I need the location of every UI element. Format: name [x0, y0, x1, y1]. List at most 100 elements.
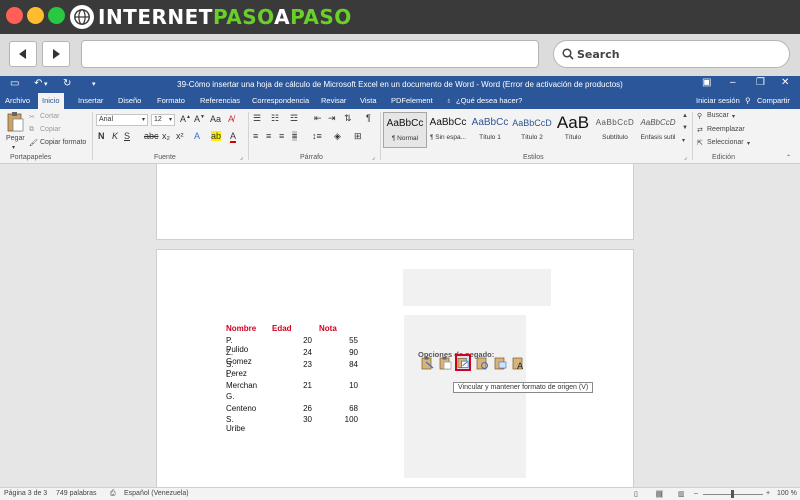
underline-icon[interactable]: S	[124, 131, 130, 141]
shrink-font-icon[interactable]: A▼	[194, 114, 205, 124]
paste-clipboard-icon[interactable]	[6, 111, 24, 133]
font-dialog-launcher-icon[interactable]: ⌟	[240, 154, 243, 161]
font-size-select[interactable]: 12 ▾	[151, 114, 175, 126]
link-keep-source-format-icon[interactable]	[455, 354, 471, 371]
paste-dropdown-icon[interactable]: ▾	[12, 144, 15, 151]
style-name: Título 1	[479, 134, 501, 141]
zoom-out-icon[interactable]: –	[694, 490, 698, 497]
style-normal[interactable]: AaBbCc ¶ Normal	[383, 112, 427, 148]
language-indicator[interactable]: Español (Venezuela)	[124, 490, 189, 497]
highlight-icon[interactable]: ab	[211, 131, 222, 141]
font-color-icon[interactable]: A	[230, 131, 237, 143]
minimize-window-button[interactable]	[27, 7, 44, 24]
back-button[interactable]	[9, 41, 37, 67]
maximize-window-button[interactable]	[48, 7, 65, 24]
paste-option-tooltip: Vincular y mantener formato de origen (V…	[453, 382, 594, 393]
select-button[interactable]: Seleccionar	[707, 139, 744, 146]
zoom-in-icon[interactable]: +	[766, 490, 770, 497]
collapse-ribbon-icon[interactable]: ⌃	[786, 154, 791, 161]
style-title[interactable]: AaB Título	[553, 112, 593, 148]
keep-source-formatting-icon[interactable]	[419, 354, 435, 371]
tab-insertar[interactable]: Insertar	[74, 93, 107, 109]
document-page[interactable]	[156, 164, 634, 240]
replace-button[interactable]: Reemplazar	[707, 126, 745, 133]
bold-icon[interactable]: N	[98, 131, 105, 141]
paste-button[interactable]: Pegar	[6, 135, 25, 142]
zoom-level[interactable]: 100 %	[777, 490, 797, 497]
shading-icon[interactable]: ◈	[334, 131, 341, 142]
page-count[interactable]: Página 3 de 3	[4, 490, 47, 497]
align-left-icon[interactable]: ≡	[253, 131, 258, 141]
style-subtle-emphasis[interactable]: AaBbCcD Énfasis sutil	[637, 112, 679, 148]
strikethrough-icon[interactable]: abc	[144, 131, 159, 141]
styles-scroll-up-icon[interactable]: ▲	[682, 113, 688, 119]
tab-diseno[interactable]: Diseño	[114, 93, 145, 109]
keep-text-only-icon[interactable]: A	[510, 354, 526, 371]
style-subtitle[interactable]: AaBbCcD Subtítulo	[594, 112, 636, 148]
tab-inicio[interactable]: Inicio	[38, 93, 64, 109]
cut-button[interactable]: Cortar	[40, 113, 59, 120]
address-bar[interactable]	[81, 40, 539, 68]
zoom-slider-thumb[interactable]	[731, 490, 734, 498]
bullets-icon[interactable]: ☰	[253, 113, 261, 124]
text-effects-icon[interactable]: A	[194, 131, 200, 141]
tab-revisar[interactable]: Revisar	[317, 93, 350, 109]
clear-formatting-icon[interactable]: A̸	[228, 114, 234, 124]
paragraph-dialog-launcher-icon[interactable]: ⌟	[372, 154, 375, 161]
tell-me-input[interactable]: ¿Qué desea hacer?	[456, 93, 522, 109]
show-paragraph-marks-icon[interactable]: ¶	[366, 113, 371, 123]
share-button[interactable]: Compartir	[757, 93, 790, 109]
copy-button[interactable]: Copiar	[40, 126, 61, 133]
sign-in-link[interactable]: Iniciar sesión	[696, 93, 740, 109]
paste-as-picture-icon[interactable]	[492, 354, 508, 371]
arrow-left-icon	[19, 49, 26, 59]
close-icon[interactable]: ✕	[781, 77, 789, 88]
tab-pdfelement[interactable]: PDFelement	[387, 93, 437, 109]
spelling-check-icon[interactable]: ⎙	[110, 490, 116, 498]
styles-dialog-launcher-icon[interactable]: ⌟	[684, 154, 687, 161]
align-right-icon[interactable]: ≡	[279, 131, 284, 141]
close-window-button[interactable]	[6, 7, 23, 24]
line-spacing-icon[interactable]: ↕≡	[312, 131, 322, 141]
change-case-icon[interactable]: Aa	[210, 114, 221, 124]
chevron-down-icon[interactable]: ▾	[747, 140, 750, 147]
style-heading-1[interactable]: AaBbCc Título 1	[469, 112, 511, 148]
restore-icon[interactable]: ❐	[756, 77, 765, 88]
superscript-icon[interactable]: x²	[176, 131, 184, 141]
numbering-icon[interactable]: ☷	[271, 113, 279, 124]
font-name-select[interactable]: Arial ▾	[96, 114, 148, 126]
styles-scroll-down-icon[interactable]: ▼	[682, 125, 688, 131]
find-button[interactable]: Buscar	[707, 112, 729, 119]
style-heading-2[interactable]: AaBbCcD Título 2	[511, 112, 553, 148]
print-layout-icon[interactable]: ▤	[656, 490, 663, 498]
tab-correspondencia[interactable]: Correspondencia	[248, 93, 313, 109]
increase-indent-icon[interactable]: ⇥	[328, 113, 336, 124]
read-mode-icon[interactable]: ▯	[634, 490, 638, 498]
decrease-indent-icon[interactable]: ⇤	[314, 113, 322, 124]
tab-vista[interactable]: Vista	[356, 93, 381, 109]
search-input[interactable]: Search	[553, 40, 790, 68]
chevron-down-icon[interactable]: ▾	[732, 113, 735, 120]
borders-icon[interactable]: ⊞	[354, 131, 362, 142]
forward-button[interactable]	[42, 41, 70, 67]
use-destination-styles-icon[interactable]	[437, 354, 453, 371]
link-use-destination-styles-icon[interactable]	[474, 354, 490, 371]
format-painter-button[interactable]: Copiar formato	[40, 139, 86, 146]
multilevel-list-icon[interactable]: ☲	[290, 113, 298, 124]
subscript-icon[interactable]: x₂	[162, 131, 170, 141]
justify-icon[interactable]: ≡	[292, 131, 298, 141]
sort-icon[interactable]: ⇅	[344, 113, 352, 124]
align-center-icon[interactable]: ≡	[266, 131, 271, 141]
tab-formato[interactable]: Formato	[153, 93, 189, 109]
grow-font-icon[interactable]: A▲	[180, 114, 191, 124]
minimize-icon[interactable]: –	[730, 77, 736, 88]
styles-more-icon[interactable]: ▾	[682, 137, 685, 144]
word-count[interactable]: 749 palabras	[56, 490, 96, 497]
document-canvas[interactable]: Nombre Edad Nota P. Pulido 20 55 Z. Gome…	[0, 164, 800, 487]
style-no-spacing[interactable]: AaBbCc ¶ Sin espa...	[427, 112, 469, 148]
tab-archivo[interactable]: Archivo	[1, 93, 34, 109]
web-layout-icon[interactable]: ▥	[678, 490, 685, 498]
tab-referencias[interactable]: Referencias	[196, 93, 244, 109]
italic-icon[interactable]: K	[112, 131, 118, 141]
ribbon-display-icon[interactable]: ▣	[702, 77, 711, 88]
